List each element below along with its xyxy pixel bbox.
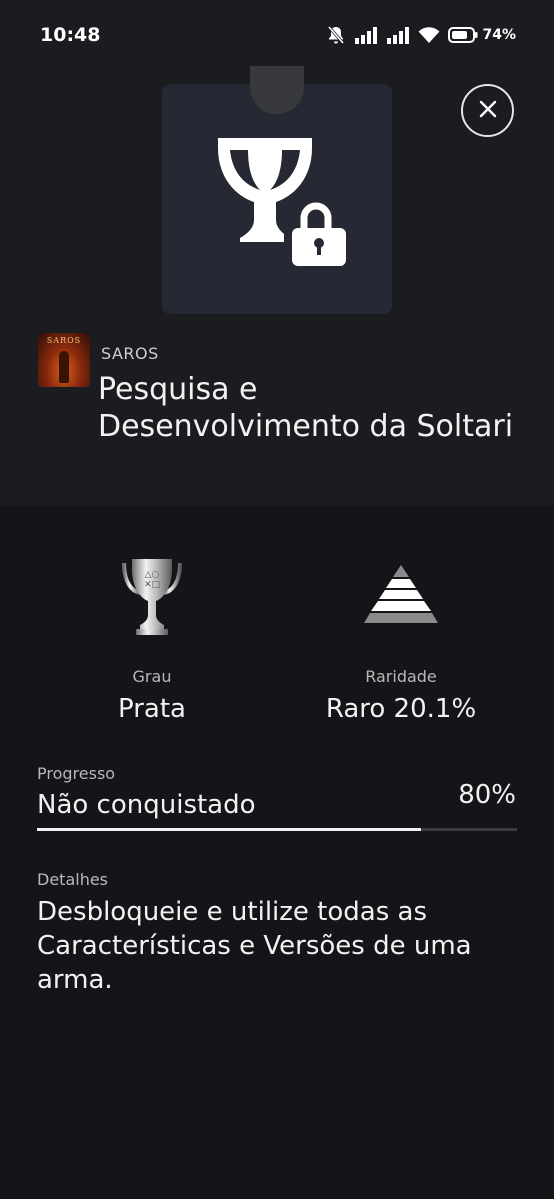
- game-thumbnail[interactable]: SAROS: [38, 333, 90, 387]
- trophy-image-card: [162, 66, 392, 314]
- details-label: Detalhes: [37, 870, 109, 889]
- trophy-title: Pesquisa e Desenvolvimento da Soltari: [98, 372, 514, 444]
- rarity-value: Raro 20.1%: [325, 694, 477, 724]
- rarity-label: Raridade: [365, 667, 437, 686]
- svg-text:△○: △○: [145, 570, 160, 580]
- svg-text:✕□: ✕□: [144, 580, 160, 590]
- status-icons: 74%: [326, 24, 516, 46]
- battery-percent: 74%: [482, 27, 516, 43]
- grade-value: Prata: [118, 694, 186, 724]
- close-button[interactable]: [461, 84, 514, 137]
- progress-percent: 80%: [458, 780, 516, 810]
- locked-trophy-icon: [208, 130, 348, 274]
- status-bar: 10:48 74%: [0, 0, 554, 70]
- grade-label: Grau: [132, 667, 172, 686]
- signal-icon: [354, 26, 378, 44]
- details-text: Desbloqueie e utilize todas as Caracterí…: [37, 897, 472, 995]
- progress-bar-fill: [37, 828, 421, 831]
- rarity-pyramid-icon: [301, 555, 501, 637]
- game-thumbnail-figure: [59, 351, 69, 383]
- progress-bar: [37, 828, 517, 831]
- status-time: 10:48: [40, 24, 101, 46]
- close-icon: [478, 99, 498, 123]
- battery-icon: [448, 27, 478, 43]
- silver-trophy-icon: △○ ✕□: [52, 555, 252, 637]
- progress-status: Não conquistado: [37, 790, 256, 820]
- signal-icon: [386, 26, 410, 44]
- game-thumbnail-title: SAROS: [46, 336, 82, 345]
- rarity-stat: Raridade Raro 20.1%: [301, 555, 501, 724]
- progress-label: Progresso: [37, 764, 116, 783]
- card-notch: [250, 66, 304, 114]
- mute-icon: [326, 25, 346, 45]
- game-name[interactable]: SAROS: [101, 344, 159, 363]
- grade-stat: △○ ✕□ Grau Prata: [52, 555, 252, 724]
- wifi-icon: [418, 26, 440, 44]
